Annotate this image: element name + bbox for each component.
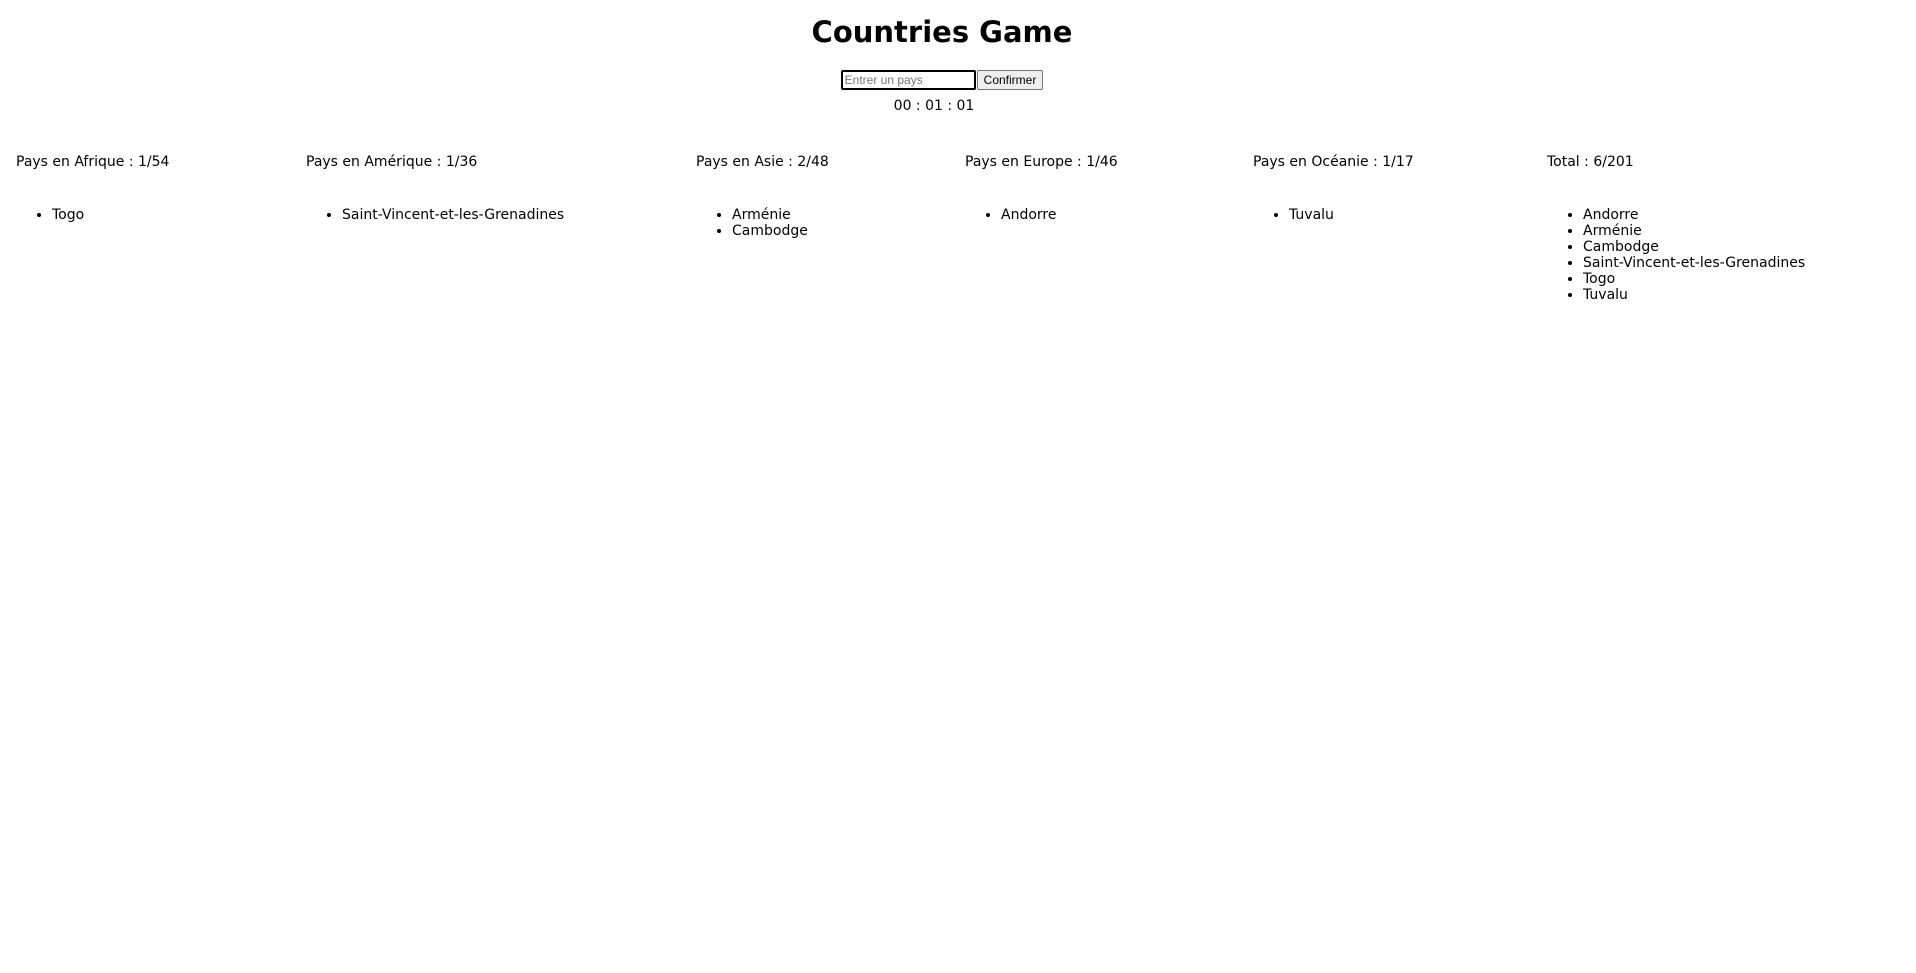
- europe-heading: Pays en Europe : 1/46: [965, 154, 1118, 170]
- country-list-item: Arménie: [732, 207, 808, 223]
- column-asia: Pays en Asie : 2/48 ArménieCambodge: [696, 153, 829, 239]
- country-list-item: Cambodge: [1583, 239, 1805, 255]
- oceania-heading: Pays en Océanie : 1/17: [1253, 154, 1414, 170]
- country-list-item: Tuvalu: [1289, 207, 1334, 223]
- column-america: Pays en Amérique : 1/36 Saint-Vincent-et…: [306, 153, 564, 223]
- continent-columns: Pays en Afrique : 1/54 Togo Pays en Amér…: [0, 153, 1916, 353]
- page-title: Countries Game: [811, 15, 1073, 49]
- column-total: Total : 6/201 AndorreArménieCambodgeSain…: [1547, 153, 1805, 303]
- country-form: Confirmer: [0, 69, 1884, 91]
- africa-heading: Pays en Afrique : 1/54: [16, 154, 170, 170]
- asia-heading: Pays en Asie : 2/48: [696, 154, 829, 170]
- column-oceania: Pays en Océanie : 1/17 Tuvalu: [1253, 153, 1414, 223]
- country-list-item: Cambodge: [732, 223, 808, 239]
- america-heading: Pays en Amérique : 1/36: [306, 154, 478, 170]
- page: Countries Game Confirmer 00 : 01 : 01 Pa…: [0, 0, 1916, 973]
- america-list: Saint-Vincent-et-les-Grenadines: [306, 207, 564, 223]
- country-list-item: Togo: [52, 207, 84, 223]
- country-list-item: Andorre: [1001, 207, 1056, 223]
- confirm-button[interactable]: Confirmer: [976, 70, 1044, 90]
- country-list-item: Saint-Vincent-et-les-Grenadines: [342, 207, 564, 223]
- column-africa: Pays en Afrique : 1/54 Togo: [16, 153, 170, 223]
- africa-list: Togo: [16, 207, 84, 223]
- asia-list: ArménieCambodge: [696, 207, 808, 239]
- total-heading: Total : 6/201: [1547, 154, 1634, 170]
- column-europe: Pays en Europe : 1/46 Andorre: [965, 153, 1118, 223]
- country-list-item: Andorre: [1583, 207, 1805, 223]
- country-list-item: Togo: [1583, 271, 1805, 287]
- timer: 00 : 01 : 01: [893, 98, 975, 114]
- oceania-list: Tuvalu: [1253, 207, 1334, 223]
- country-list-item: Arménie: [1583, 223, 1805, 239]
- country-list-item: Tuvalu: [1583, 287, 1805, 303]
- total-list: AndorreArménieCambodgeSaint-Vincent-et-l…: [1547, 207, 1805, 303]
- country-input[interactable]: [840, 70, 976, 90]
- europe-list: Andorre: [965, 207, 1056, 223]
- country-list-item: Saint-Vincent-et-les-Grenadines: [1583, 255, 1805, 271]
